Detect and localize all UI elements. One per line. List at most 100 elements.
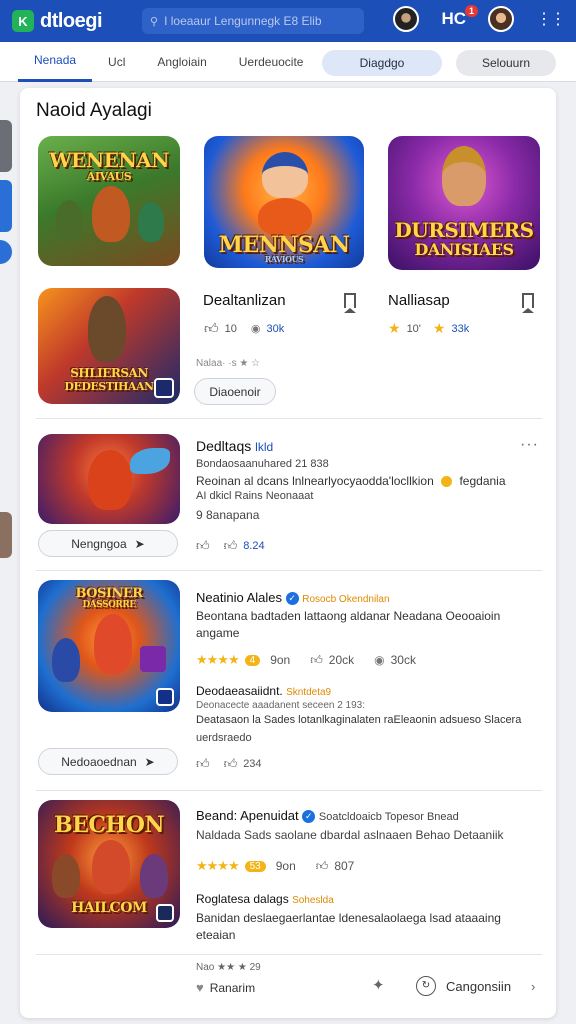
tile-title: WENENAN [49, 148, 169, 172]
post-3-sub-title-row: Roglatesa dalags Soheslda [196, 892, 334, 906]
divider [36, 790, 542, 791]
share-count: 8.24 [243, 540, 265, 552]
tile-character [52, 854, 80, 898]
post-2-body: Beontana badtaden lattaong aldanar Neada… [196, 609, 501, 640]
edge-tab-2[interactable] [0, 180, 12, 232]
search-text: I loeaaur Lengunnegk E8 Elib [164, 14, 322, 28]
thumbs-up-icon[interactable]: 👍︎ [316, 859, 329, 874]
circle-icon: ↻ [416, 976, 436, 996]
tile-character [88, 450, 132, 510]
verified-icon: ✓ [302, 810, 316, 824]
post-3-stats: ★★★★ 53 9on 👍︎ 807 [196, 858, 354, 874]
post-2-action-button[interactable]: Nedoaoednan ➤ [38, 748, 178, 775]
button-label: Nengngoa [71, 536, 127, 551]
stat-2: 807 [334, 859, 355, 873]
notification-badge: 1 [464, 5, 478, 17]
more-options-icon[interactable]: ··· [520, 436, 539, 454]
tile-corner-icon [154, 378, 174, 398]
profile-avatar[interactable] [393, 6, 420, 32]
tile-character [92, 186, 130, 242]
thumbs-up-icon[interactable]: 👍︎ [196, 538, 210, 554]
divider [36, 954, 542, 955]
filter-pill-gray[interactable]: Selouurn [456, 50, 556, 76]
game-tile-4[interactable]: SHLIERSAN DEDESTIHAAN [38, 288, 180, 404]
edge-tab-1[interactable] [0, 120, 12, 172]
views-count: 30k [266, 322, 285, 335]
post-2-stats: ★★★★ 4 9on 👍︎ 20ck ◉ 30ck [196, 652, 416, 668]
post-2-thumbnail[interactable]: BOSINER DASSORRE [38, 580, 180, 712]
game-tile-1[interactable]: WENENAN AIVAUS [38, 136, 180, 266]
tab-ucl[interactable]: Ucl [92, 42, 141, 82]
post-2-actions: 👍︎ 👍︎ 234 [196, 756, 262, 772]
edge-tab-4[interactable] [0, 512, 12, 558]
stat-1: 9on [270, 653, 291, 667]
share-icon: ➤ [144, 754, 155, 769]
card-title: Naoid Ayalagi [36, 100, 152, 121]
stat-1: 9on [275, 859, 296, 873]
grid-meta: Nalaa· ·s ★ ☆ [196, 358, 261, 369]
post-2-sub-line: Deonacecte aaadanent seceen 2 193: [196, 700, 366, 711]
post-3-title-row: Beand: Apenuidat ✓ Soatcldoaicb Topesor … [196, 808, 459, 824]
post-3-thumbnail[interactable]: BECHON HAILCOM [38, 800, 180, 928]
grid-item-1-title[interactable]: Dealtanlizan [203, 292, 286, 309]
likes-count: 10' [406, 322, 421, 335]
heart-icon: ♥ [196, 980, 204, 995]
apps-grid-icon[interactable]: ⋮⋮ [536, 9, 566, 29]
tile-character [138, 202, 164, 242]
post-3-tag: Soatcldoaicb Topesor Bnead [318, 811, 459, 823]
post-2-sub-link[interactable]: uerdsraedo [196, 732, 252, 744]
notifications-button[interactable]: HC 1 [441, 5, 478, 29]
sparkle-icon[interactable]: ✦ [372, 976, 385, 994]
tile-character [56, 200, 82, 240]
post-3-sub-title[interactable]: Roglatesa dalags [196, 892, 289, 906]
tile-character [94, 614, 132, 674]
logo-letter: K [18, 13, 28, 29]
edge-tab-3[interactable] [0, 240, 12, 264]
star-icon: ★ [432, 320, 446, 336]
tab-uerdeuocite[interactable]: Uerdeuocite [223, 42, 320, 82]
app-name[interactable]: dtloegi [40, 10, 103, 33]
thumbs-up-icon[interactable]: 👍︎ [204, 320, 219, 337]
post-2-sub-title[interactable]: Deodaeasaiidnt. [196, 684, 283, 698]
post-1-thumbnail[interactable] [38, 434, 180, 524]
footer-right-action[interactable]: ↻ Cangonsiin › [416, 976, 535, 996]
footer-left-action[interactable]: ♥ Ranarim [196, 980, 255, 995]
post-2-sub-title-row: Deodaeasaiidnt. Skntdeta9 [196, 684, 331, 698]
globe-icon: ◉ [374, 653, 385, 667]
thumbs-up-icon[interactable]: 👍︎ [224, 756, 238, 772]
tab-angloiain[interactable]: Angloiain [141, 42, 222, 82]
grid-action-button[interactable]: Diaoenoir [194, 378, 276, 405]
star-icon: ★ [388, 320, 401, 336]
stat-2: 20ck [328, 653, 355, 667]
game-tile-3[interactable]: DURSIMERS DANISIAES [388, 136, 540, 270]
thumbs-up-icon[interactable]: 👍︎ [310, 653, 323, 668]
post-1-title[interactable]: Dedltaqs [196, 438, 251, 454]
thumbs-up-icon[interactable]: 👍︎ [196, 756, 210, 772]
game-tile-2[interactable]: MENNSAN RAVIOUS [204, 136, 364, 268]
app-logo[interactable]: K [12, 10, 34, 32]
rating-stars: ★★★★ [196, 858, 240, 873]
divider [36, 418, 542, 419]
rating-stars: ★★★★ [196, 652, 240, 667]
grid-item-1-meta: 👍︎ 10 ◉ 30k [204, 320, 284, 337]
views-icon: ◉ [250, 323, 261, 335]
user-avatar[interactable] [488, 6, 514, 32]
tab-nenada[interactable]: Nenada [18, 42, 93, 82]
tile-character [140, 854, 168, 898]
tile-corner-icon [156, 688, 174, 706]
bookmark-icon[interactable] [522, 293, 534, 308]
grid-item-2-title[interactable]: Nalliasap [388, 292, 450, 309]
filter-pill-blue[interactable]: Diagdgo [322, 50, 442, 76]
post-2-title[interactable]: Neatinio Alales [196, 590, 282, 605]
tile-wing [130, 448, 170, 474]
thumbs-up-icon[interactable]: 👍︎ [224, 538, 238, 554]
post-1-line2-row: Reoinan al dcans lnlnearlyocyaodda'locll… [196, 474, 506, 488]
post-3-link-line[interactable]: Naldada Sads saolane dbardal aslnaaen Be… [196, 828, 504, 842]
search-bar[interactable]: ⚲ I loeaaur Lengunnegk E8 Elib [142, 8, 364, 34]
post-1-action-button[interactable]: Nengngoa ➤ [38, 530, 178, 557]
share-icon: ➤ [134, 536, 145, 551]
post-1-line2-tail: fegdania [459, 474, 506, 488]
bookmark-icon[interactable] [344, 293, 356, 308]
footer-meta: Nao ★★ ★ 29 [196, 962, 261, 973]
post-3-title[interactable]: Beand: Apenuidat [196, 808, 299, 823]
